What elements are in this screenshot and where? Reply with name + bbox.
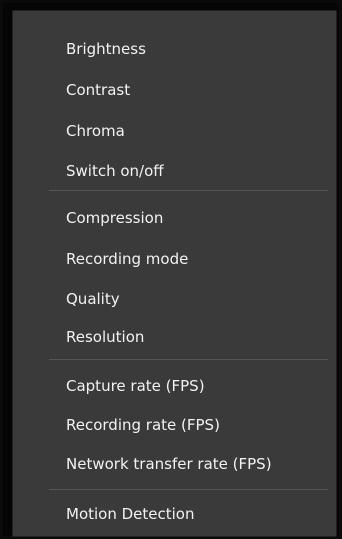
- menu-item-quality[interactable]: Quality: [13, 281, 336, 317]
- menu-item-resolution[interactable]: Resolution: [13, 319, 336, 355]
- context-menu: Brightness Contrast Chroma Switch on/off…: [12, 10, 337, 537]
- menu-item-contrast[interactable]: Contrast: [13, 72, 336, 108]
- menu-item-motion-detection[interactable]: Motion Detection: [13, 496, 336, 532]
- menu-separator: [49, 489, 328, 490]
- menu-item-network-transfer-rate[interactable]: Network transfer rate (FPS): [13, 446, 336, 482]
- menu-item-chroma[interactable]: Chroma: [13, 113, 336, 149]
- menu-separator: [49, 359, 328, 360]
- menu-item-brightness[interactable]: Brightness: [13, 31, 336, 67]
- menu-item-capture-rate[interactable]: Capture rate (FPS): [13, 368, 336, 404]
- window-frame: Brightness Contrast Chroma Switch on/off…: [0, 0, 342, 539]
- menu-item-recording-mode[interactable]: Recording mode: [13, 241, 336, 277]
- menu-item-compression[interactable]: Compression: [13, 200, 336, 236]
- menu-item-switch-on-off[interactable]: Switch on/off: [13, 153, 336, 189]
- menu-separator: [49, 190, 328, 191]
- menu-item-recording-rate[interactable]: Recording rate (FPS): [13, 407, 336, 443]
